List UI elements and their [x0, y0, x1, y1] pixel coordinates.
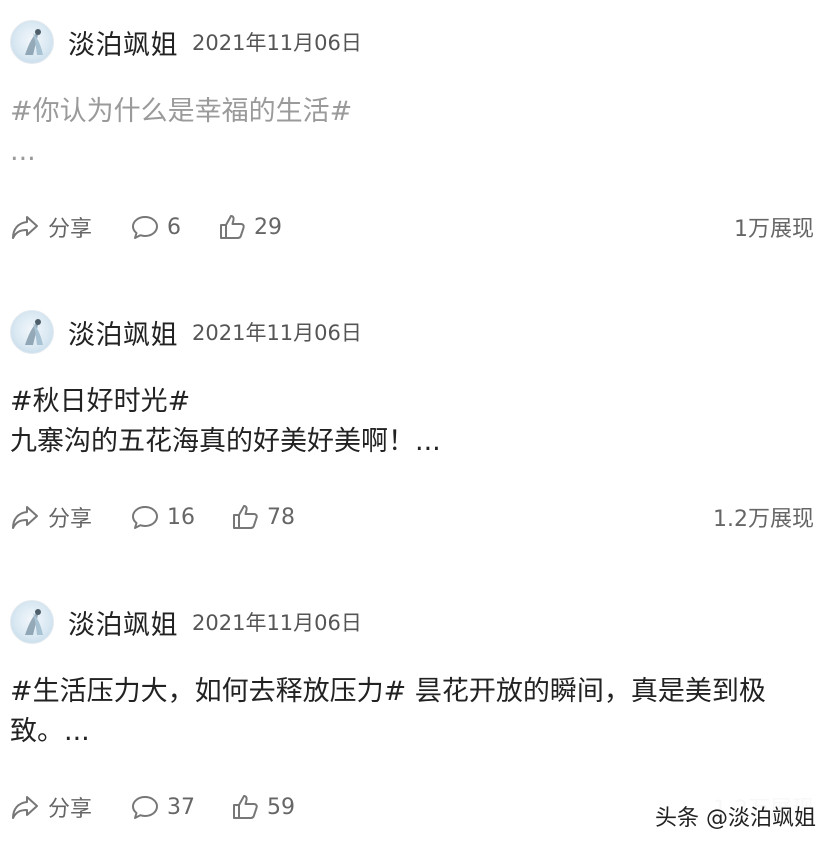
post-card[interactable]: 淡泊飒姐 2021年11月06日 #你认为什么是幸福的生活# ... 分享 6	[0, 18, 840, 242]
post-content[interactable]: #生活压力大，如何去释放压力# 昙花开放的瞬间，真是美到极 致。...	[10, 672, 830, 752]
comment-button[interactable]: 6	[131, 213, 181, 241]
comment-button[interactable]: 37	[131, 793, 195, 821]
comment-icon	[132, 216, 158, 239]
share-icon	[12, 216, 38, 239]
avatar[interactable]	[10, 310, 54, 354]
source-watermark: 头条 @淡泊飒姐	[651, 798, 820, 834]
comment-count: 37	[167, 794, 195, 820]
author-name[interactable]: 淡泊飒姐	[68, 23, 178, 62]
share-icon	[12, 796, 38, 819]
post-text-line: 九寨沟的五花海真的好美好美啊！...	[10, 426, 441, 457]
feed: 淡泊飒姐 2021年11月06日 #你认为什么是幸福的生活# ... 分享 6	[0, 0, 840, 844]
comment-button[interactable]: 16	[131, 503, 195, 531]
post-actions: 分享 16 78 1.2万展现	[0, 497, 840, 537]
avatar[interactable]	[10, 20, 54, 64]
like-count: 59	[267, 794, 295, 820]
share-label: 分享	[48, 507, 93, 532]
thumbs-up-icon	[220, 215, 245, 239]
like-button[interactable]: 78	[231, 503, 295, 531]
post-text-line: #你认为什么是幸福的生活#	[10, 96, 353, 127]
post-date: 2021年11月06日	[192, 611, 362, 635]
post-content[interactable]: #秋日好时光# 九寨沟的五花海真的好美好美啊！...	[10, 382, 830, 462]
view-count: 1万展现	[734, 217, 814, 242]
post-text-line: ...	[10, 136, 36, 167]
author-name[interactable]: 淡泊飒姐	[68, 603, 178, 642]
share-button[interactable]: 分享	[10, 791, 92, 823]
post-card[interactable]: 淡泊飒姐 2021年11月06日 #生活压力大，如何去释放压力# 昙花开放的瞬间…	[0, 598, 840, 822]
post-date: 2021年11月06日	[192, 321, 362, 345]
share-button[interactable]: 分享	[10, 501, 92, 533]
like-button[interactable]: 59	[231, 793, 295, 821]
like-button[interactable]: 29	[218, 213, 282, 241]
comment-count: 6	[167, 214, 181, 240]
share-label: 分享	[48, 797, 93, 822]
comment-icon	[132, 796, 158, 819]
post-content[interactable]: #你认为什么是幸福的生活# ...	[10, 92, 830, 172]
post-text-line: #秋日好时光#	[10, 386, 191, 417]
post-date: 2021年11月06日	[192, 31, 362, 55]
author-name[interactable]: 淡泊飒姐	[68, 313, 178, 352]
post-text-line: 致。...	[10, 716, 90, 747]
view-count: 1.2万展现	[713, 507, 814, 532]
comment-icon	[132, 506, 158, 529]
avatar[interactable]	[10, 600, 54, 644]
post-header: 淡泊飒姐 2021年11月06日	[0, 18, 840, 66]
share-button[interactable]: 分享	[10, 211, 92, 243]
post-actions: 分享 6 29 1万展现	[0, 207, 840, 247]
share-icon	[12, 506, 38, 529]
post-header: 淡泊飒姐 2021年11月06日	[0, 598, 840, 646]
like-count: 78	[267, 504, 295, 530]
thumbs-up-icon	[233, 505, 258, 529]
like-count: 29	[254, 214, 282, 240]
thumbs-up-icon	[233, 795, 258, 819]
post-text-line: #生活压力大，如何去释放压力# 昙花开放的瞬间，真是美到极	[10, 676, 766, 707]
post-header: 淡泊飒姐 2021年11月06日	[0, 308, 840, 356]
post-card[interactable]: 淡泊飒姐 2021年11月06日 #秋日好时光# 九寨沟的五花海真的好美好美啊！…	[0, 308, 840, 532]
share-label: 分享	[48, 217, 93, 242]
comment-count: 16	[167, 504, 195, 530]
